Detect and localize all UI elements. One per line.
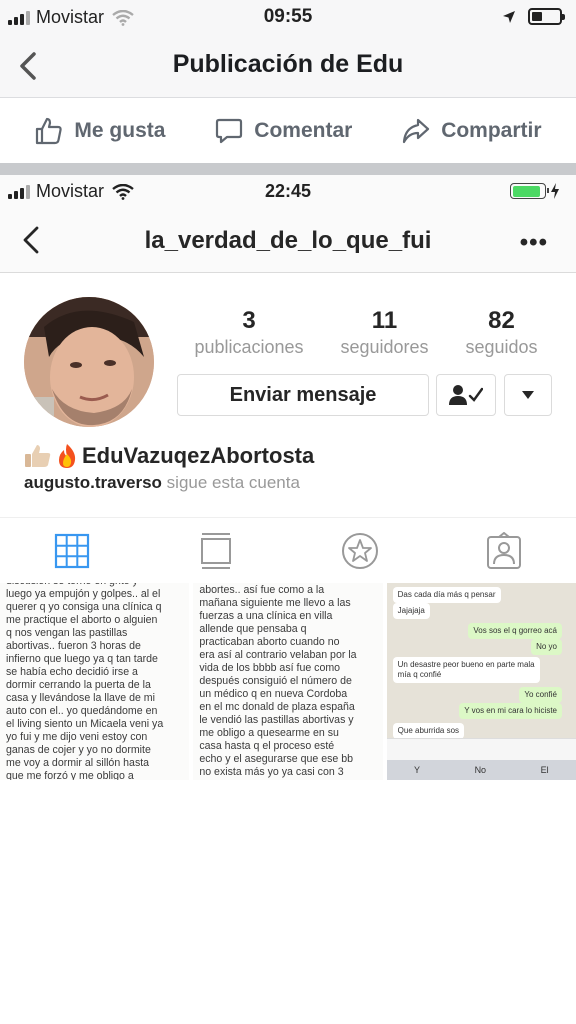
profile-username: la_verdad_de_lo_que_fui	[144, 227, 432, 254]
post-text: discusión se tornó en grito y luego ya e…	[6, 583, 164, 780]
stat-value: 3	[242, 307, 256, 334]
suggestions-dropdown-button[interactable]	[504, 374, 552, 416]
post-text: abortes.. así fue como a la mañana sigui…	[199, 584, 357, 778]
profile-header: la_verdad_de_lo_que_fui •••	[0, 207, 576, 273]
stat-label: seguidos	[465, 337, 538, 357]
tab-tagged[interactable]	[432, 518, 576, 583]
grid-icon	[54, 533, 90, 568]
embedded-status-bar: Movistar 22:45	[0, 175, 576, 207]
follower-username[interactable]: augusto.traverso	[24, 473, 162, 492]
like-button[interactable]: Me gusta	[34, 116, 165, 146]
profile-stats: 3 publicaciones 11 seguidores 82 seguido…	[176, 307, 556, 358]
thumbs-up-icon	[36, 117, 63, 145]
chat-bubble: No yo	[531, 639, 562, 655]
chat-bubble: Vos sos el q gorreo acá	[468, 623, 562, 639]
profile-buttons: Enviar mensaje	[177, 374, 552, 416]
caret-down-icon	[522, 391, 534, 399]
page-title: Publicación de Edu	[172, 50, 404, 78]
chat-input-bar	[386, 738, 576, 760]
more-options-icon[interactable]: •••	[520, 229, 548, 257]
stat-posts[interactable]: 3 publicaciones	[194, 307, 303, 358]
battery-icon	[510, 183, 549, 199]
post-thumbnail[interactable]: discusión se tornó en grito y luego ya e…	[0, 583, 190, 780]
embedded-battery	[510, 183, 560, 199]
thumbs-up-emoji-icon	[25, 445, 51, 467]
person-check-icon	[449, 385, 483, 405]
tab-saved[interactable]	[288, 518, 432, 583]
share-label: Compartir	[441, 119, 542, 142]
status-bar: Movistar 09:55	[0, 0, 576, 34]
following-button[interactable]	[436, 374, 496, 416]
avatar[interactable]	[24, 297, 154, 427]
tab-grid[interactable]	[0, 518, 144, 583]
post-thumbnail-chat[interactable]: Das cada día más q pensar Jajajaja Vos s…	[386, 583, 576, 780]
chat-bubble: Que aburrida sos	[392, 723, 465, 739]
stat-following[interactable]: 82 seguidos	[465, 307, 537, 358]
chat-bubble: Das cada día más q pensar	[392, 587, 501, 603]
profile-display-name: EduVazuqezAbortosta	[82, 443, 315, 468]
keyboard-suggestion: No	[474, 765, 487, 775]
section-divider	[0, 163, 576, 175]
send-message-button[interactable]: Enviar mensaje	[177, 374, 429, 416]
empty-space	[0, 780, 576, 1024]
tagged-person-icon	[487, 531, 521, 569]
location-icon	[503, 10, 515, 23]
list-view-icon	[201, 532, 231, 569]
post-actions: Me gusta Comentar Compartir	[0, 99, 576, 163]
post-thumbnail[interactable]: abortes.. así fue como a la mañana sigui…	[193, 583, 383, 780]
nav-bar: Publicación de Edu	[0, 34, 576, 98]
star-circle-icon	[342, 532, 378, 569]
keyboard-suggestion: Y	[413, 765, 420, 775]
followed-by-suffix: sigue esta cuenta	[161, 473, 300, 492]
comment-button[interactable]: Comentar	[214, 116, 352, 146]
chat-bubble: Yo confié	[519, 687, 562, 703]
tab-list[interactable]	[144, 518, 288, 583]
stat-label: seguidores	[340, 337, 429, 357]
chat-bubble: Y vos en mi cara lo hiciste	[459, 703, 562, 719]
comment-label: Comentar	[254, 119, 353, 142]
comment-icon	[216, 118, 243, 144]
share-button[interactable]: Compartir	[401, 116, 542, 146]
status-time: 09:55	[263, 6, 313, 27]
status-right	[502, 8, 565, 25]
keyboard-suggestion: El	[540, 765, 549, 775]
followed-by-text: augusto.traverso sigue esta cuenta	[24, 473, 300, 493]
embedded-time: 22:45	[264, 181, 312, 201]
charging-bolt-icon	[551, 183, 559, 199]
like-label: Me gusta	[74, 119, 166, 142]
stat-value: 82	[488, 307, 515, 334]
profile-tabs	[0, 517, 576, 583]
post-grid: discusión se tornó en grito y luego ya e…	[0, 583, 576, 780]
chat-bubble: Jajajaja	[392, 603, 430, 619]
shared-screenshot[interactable]: Movistar 22:45 la_verdad_de_lo_que_fui •…	[0, 175, 576, 780]
battery-icon	[528, 8, 565, 25]
stat-value: 11	[371, 307, 398, 334]
avatar-photo	[24, 297, 154, 427]
keyboard-suggestions: Y No El	[386, 760, 576, 780]
stat-label: publicaciones	[194, 337, 304, 357]
profile-name-row: EduVazuqezAbortosta	[24, 443, 314, 469]
stat-followers[interactable]: 11 seguidores	[340, 307, 428, 358]
share-arrow-icon	[403, 118, 430, 144]
chat-bubble: Un desastre peor bueno en parte mala mía…	[392, 657, 540, 683]
fire-emoji-icon	[59, 444, 76, 468]
